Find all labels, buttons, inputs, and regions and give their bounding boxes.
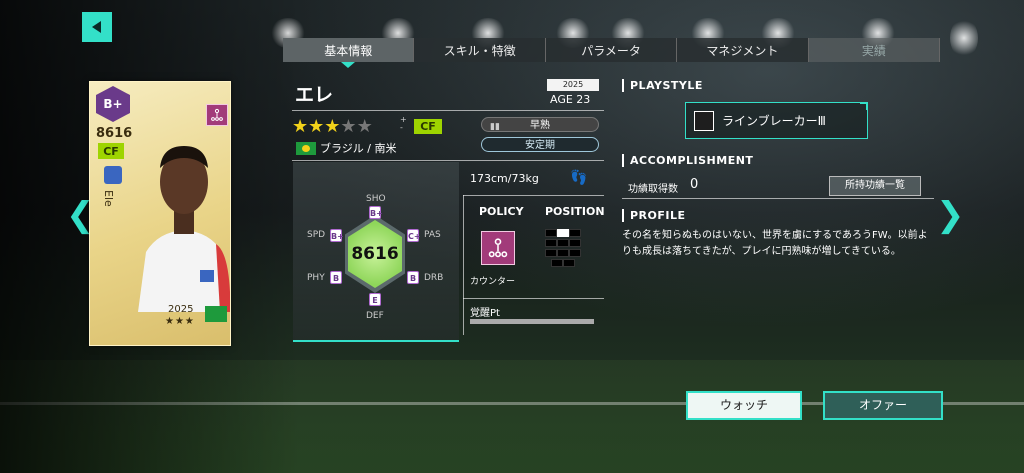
grade-spd: B+ (330, 229, 344, 242)
divider (292, 160, 604, 161)
grade-def: E (369, 293, 381, 306)
player-name: エレ (295, 84, 334, 106)
stat-label-phy: PHY (307, 273, 325, 283)
grade-pas: C+ (407, 229, 421, 242)
accomplishment-list-button[interactable]: 所持功績一覧 (829, 176, 921, 196)
grade-phy: B (330, 271, 342, 284)
stat-label-sho: SHO (366, 194, 386, 204)
card-player-name: Ele (102, 190, 115, 207)
policy-counter-icon[interactable] (481, 231, 515, 265)
tab-achievements[interactable]: 実績 (808, 38, 941, 62)
tab-skills[interactable]: スキル・特徴 (414, 38, 546, 62)
body-size: 173cm/73kg (470, 172, 539, 185)
stat-label-spd: SPD (307, 230, 326, 240)
offer-button[interactable]: オファー (823, 391, 943, 420)
divider (463, 195, 464, 335)
divider (622, 198, 934, 199)
card-year: 2025 (168, 304, 194, 315)
tab-indicator (341, 62, 355, 68)
growth-type-text: 早熟 (530, 120, 550, 131)
brazil-flag-icon (296, 141, 316, 155)
next-player-button[interactable]: ❯ (936, 198, 965, 232)
position-map (545, 229, 595, 269)
tab-management[interactable]: マネジメント (677, 38, 809, 62)
back-arrow-icon (92, 21, 101, 33)
star-filled-icon: ★ (308, 116, 325, 137)
chevron-right-icon: ❯ (936, 195, 965, 235)
playstyle-header: PLAYSTYLE (622, 79, 703, 92)
awakening-label: 覚醒Pt (470, 308, 500, 319)
playstyle-box[interactable]: ラインブレーカーⅢ (685, 102, 868, 139)
divider (292, 110, 604, 111)
star-rating: ★★★★★ (292, 116, 373, 137)
nationality-text: ブラジル / 南米 (320, 142, 397, 155)
back-button[interactable] (82, 12, 112, 42)
season-year: 2025 (547, 79, 599, 91)
accomplishment-label: 功績取得数 (628, 184, 678, 195)
tab-bar: 基本情報 スキル・特徴 パラメータ マネジメント 実績 (283, 38, 941, 62)
position-badge: CF (414, 119, 442, 134)
card-position: CF (98, 143, 124, 159)
rank-text: B+ (103, 97, 123, 111)
position-header: POSITION (545, 205, 605, 218)
policy-header: POLICY (479, 205, 524, 218)
footprint-icon: 👣 (570, 170, 588, 186)
plus-minus-icon: + - (400, 115, 407, 132)
policy-counter-icon (206, 104, 228, 126)
rank-badge: B+ (96, 86, 130, 122)
star-empty-icon: ★ (356, 116, 373, 137)
policy-name: カウンター (470, 277, 516, 287)
tab-parameters[interactable]: パラメータ (545, 38, 678, 62)
player-card[interactable]: B+ 8616 CF Ele 2025 ★★★ (89, 81, 231, 346)
growth-phase-pill: 安定期 (481, 137, 599, 152)
playstyle-name: ラインブレーカーⅢ (722, 114, 826, 128)
card-stars: ★★★ (165, 316, 195, 327)
growth-type-pill: ▮▮ 早熟 (481, 117, 599, 132)
stat-label-drb: DRB (424, 273, 444, 283)
profile-header: PROFILE (622, 209, 686, 222)
player-age: AGE 23 (550, 93, 591, 106)
profile-text: その名を知らぬものはいない、世界を虜にするであろうFW。以前よりも成長は落ちてき… (622, 230, 928, 257)
corner-accent (860, 102, 868, 110)
star-filled-icon: ★ (324, 116, 341, 137)
grade-drb: B (407, 271, 419, 284)
player-portrait (138, 146, 230, 312)
line-breaker-icon (694, 110, 714, 131)
card-rating: 8616 (96, 126, 133, 141)
star-empty-icon: ★ (340, 116, 357, 137)
divider (463, 298, 604, 299)
star-filled-icon: ★ (292, 116, 309, 137)
grade-sho: B+ (369, 206, 383, 219)
watch-button[interactable]: ウォッチ (686, 391, 802, 420)
stat-label-def: DEF (366, 311, 384, 321)
awakening-bar (470, 319, 594, 324)
growth-chart-icon: ▮▮ (490, 122, 500, 132)
tab-basic-info[interactable]: 基本情報 (283, 38, 415, 62)
accomplishment-count: 0 (690, 177, 699, 192)
nationality: ブラジル / 南米 (296, 140, 396, 156)
brazil-flag-icon (205, 306, 227, 322)
divider (463, 195, 604, 196)
accomplishment-header: ACCOMPLISHMENT (622, 154, 753, 167)
club-emblem-icon (104, 166, 122, 184)
stat-label-pas: PAS (424, 230, 441, 240)
